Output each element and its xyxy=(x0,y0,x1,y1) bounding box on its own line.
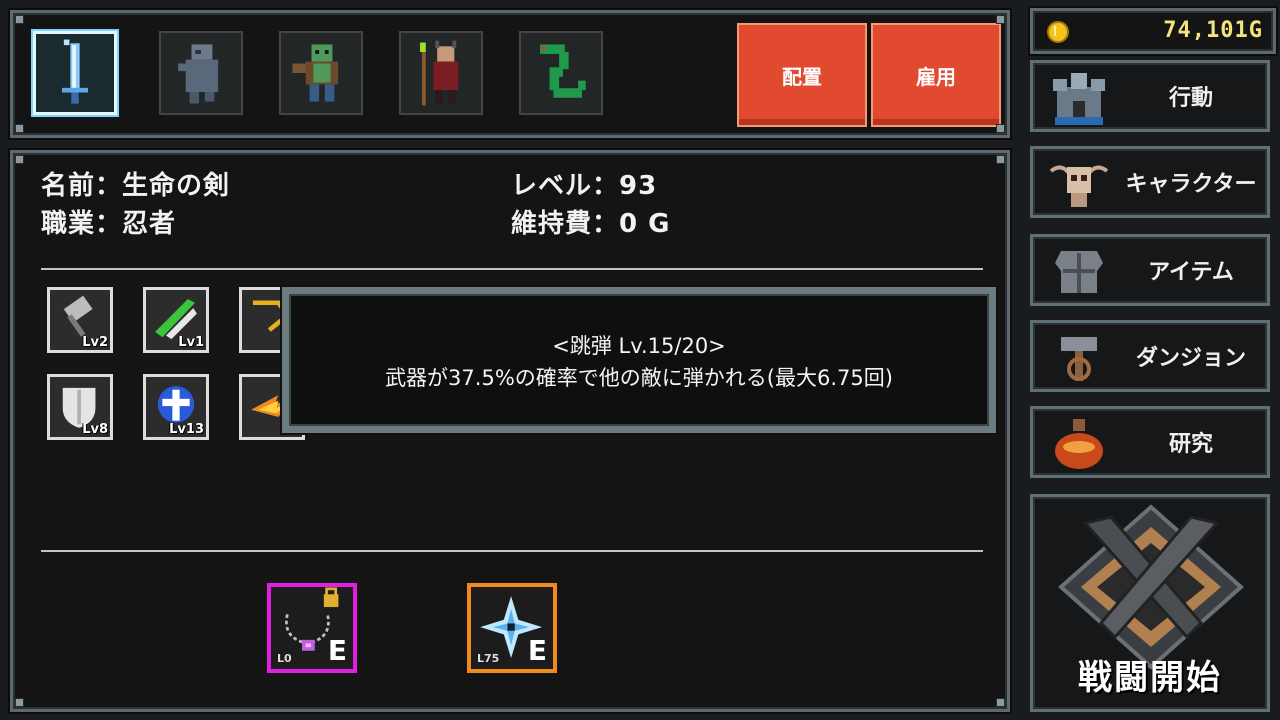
equipped-badge: E xyxy=(327,634,347,667)
frame-rivet xyxy=(15,698,24,707)
skill-slot[interactable]: Lv13 xyxy=(143,374,209,440)
skill-level: Lv13 xyxy=(169,422,204,437)
menu-dungeon-label: ダンジョン xyxy=(1135,346,1246,371)
ghost-character-icon xyxy=(178,44,219,104)
hammer-gear-icon xyxy=(1061,337,1097,381)
divider xyxy=(41,268,983,270)
party-slot-ghost[interactable] xyxy=(159,31,243,115)
menu-action-button[interactable]: 行動 xyxy=(1030,60,1270,132)
frame-rivet xyxy=(15,155,24,164)
potion-icon xyxy=(1055,419,1103,469)
gold-display: 74,101G xyxy=(1030,8,1276,54)
party-slot-sword[interactable] xyxy=(33,31,117,115)
castle-icon xyxy=(1053,73,1105,125)
tooltip-description: 武器が37.5%の確率で他の敵に弾かれる(最大6.75回) xyxy=(385,366,893,390)
demon-skull-icon xyxy=(1049,165,1109,207)
menu-item-button[interactable]: アイテム xyxy=(1030,234,1270,306)
party-bar: 配置 雇用 xyxy=(10,10,1010,138)
skill-level: Lv1 xyxy=(178,335,204,350)
frame-rivet xyxy=(996,698,1005,707)
party-slot-mage[interactable] xyxy=(399,31,483,115)
equipment-slot-shuriken[interactable]: L75 E xyxy=(467,583,557,673)
skill-level: Lv2 xyxy=(82,335,108,350)
skill-slot[interactable]: Lv2 xyxy=(47,287,113,353)
frame-rivet xyxy=(996,155,1005,164)
character-job: 職業：忍者 xyxy=(41,209,177,239)
character-level: レベル：93 xyxy=(511,171,658,201)
menu-research-button[interactable]: 研究 xyxy=(1030,406,1270,478)
menu-action-label: 行動 xyxy=(1168,86,1213,111)
orc-character-icon xyxy=(292,44,339,102)
serpent-character-icon xyxy=(540,44,586,98)
skill-slot[interactable]: Lv8 xyxy=(47,374,113,440)
menu-research-label: 研究 xyxy=(1168,432,1213,457)
frame-rivet xyxy=(996,124,1005,133)
gold-amount: 74,101G xyxy=(1163,18,1263,43)
menu-item-label: アイテム xyxy=(1148,260,1234,285)
menu-character-button[interactable]: キャラクター xyxy=(1030,146,1270,218)
equipped-badge: E xyxy=(527,634,547,667)
crossed-swords-icon xyxy=(1057,504,1245,670)
mage-character-icon xyxy=(420,40,459,106)
divider xyxy=(41,550,983,552)
start-battle-label: 戦闘開始 xyxy=(1078,658,1222,698)
frame-rivet xyxy=(15,124,24,133)
tooltip-title: <跳弾 Lv.15/20> xyxy=(552,334,726,358)
party-slot-orc[interactable] xyxy=(279,31,363,115)
equipment-level: L0 xyxy=(277,652,292,665)
skill-level: Lv8 xyxy=(82,422,108,437)
sword-character-icon xyxy=(62,39,88,104)
frame-rivet xyxy=(996,15,1005,24)
place-button[interactable]: 配置 xyxy=(737,23,867,127)
gold-coin-icon xyxy=(1047,21,1069,43)
character-upkeep: 維持費：0 G xyxy=(511,209,671,239)
skill-tooltip: <跳弾 Lv.15/20> 武器が37.5%の確率で他の敵に弾かれる(最大6.7… xyxy=(282,287,996,433)
equipment-slot-necklace[interactable]: L0 E xyxy=(267,583,357,673)
menu-character-label: キャラクター xyxy=(1125,172,1257,197)
party-slot-serpent[interactable] xyxy=(519,31,603,115)
hire-button[interactable]: 雇用 xyxy=(871,23,1001,127)
character-name: 名前：生命の剣 xyxy=(41,171,231,201)
armor-icon xyxy=(1055,251,1103,293)
menu-dungeon-button[interactable]: ダンジョン xyxy=(1030,320,1270,392)
equipment-level: L75 xyxy=(477,652,500,665)
skill-slot[interactable]: Lv1 xyxy=(143,287,209,353)
start-battle-button[interactable]: 戦闘開始 xyxy=(1030,494,1270,712)
frame-rivet xyxy=(15,15,24,24)
